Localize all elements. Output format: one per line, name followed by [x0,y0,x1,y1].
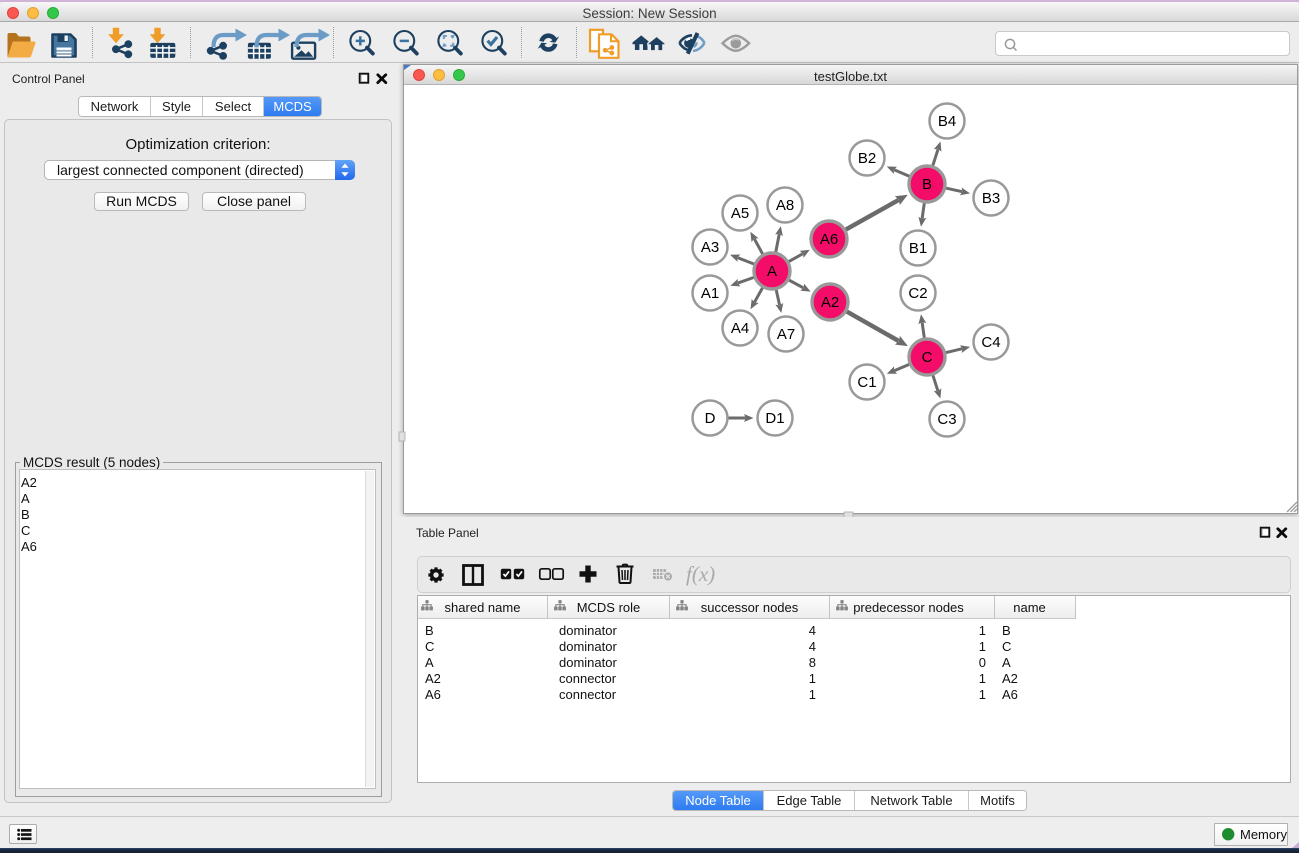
svg-text:A6: A6 [820,231,838,248]
svg-text:f(x): f(x) [686,562,715,586]
svg-text:D: D [705,410,716,427]
svg-text:C4: C4 [981,334,1000,351]
svg-text:A3: A3 [701,239,719,256]
svg-text:C: C [922,349,933,366]
svg-text:B4: B4 [938,113,956,130]
svg-text:B3: B3 [982,190,1000,207]
svg-text:A4: A4 [731,320,749,337]
svg-text:A: A [767,263,777,280]
svg-text:A7: A7 [777,326,795,343]
svg-text:C1: C1 [857,374,876,391]
svg-text:A8: A8 [776,197,794,214]
svg-text:B1: B1 [909,240,927,257]
svg-text:C3: C3 [937,411,956,428]
svg-text:A5: A5 [731,205,749,222]
svg-text:B: B [922,176,932,193]
svg-text:A2: A2 [821,294,839,311]
svg-text:A1: A1 [701,285,719,302]
svg-text:C2: C2 [908,285,927,302]
svg-text:B2: B2 [858,150,876,167]
svg-text:D1: D1 [765,410,784,427]
